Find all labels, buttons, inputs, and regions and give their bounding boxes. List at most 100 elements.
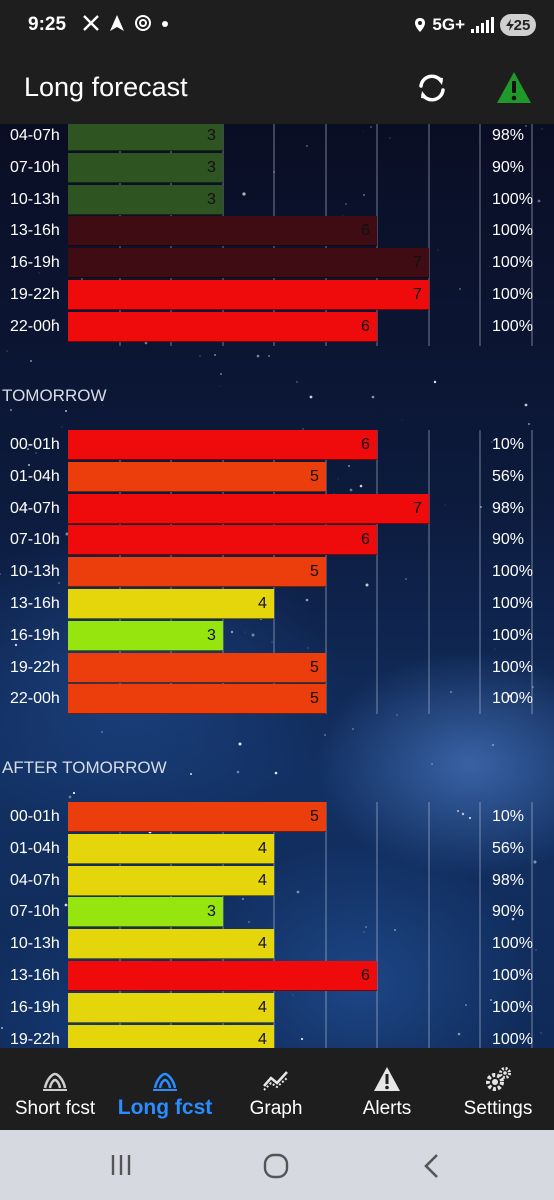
nav-long-forecast[interactable]: Long fcst (110, 1048, 220, 1130)
x-icon (83, 15, 99, 31)
forecast-row: 04-07h 4 98% (0, 866, 554, 896)
cloud-percent: 100% (492, 563, 533, 580)
kp-bar: 4 (68, 866, 274, 896)
row-time: 01-04h (10, 468, 60, 485)
kp-bar: 6 (68, 216, 377, 246)
cloud-percent: 10% (492, 808, 525, 825)
forecast-row: 01-04h 5 56% (0, 462, 554, 492)
row-time: 00-01h (10, 808, 60, 825)
kp-bar: 5 (68, 557, 326, 587)
kp-value: 6 (361, 436, 370, 453)
forecast-row: 16-19h 7 100% (0, 248, 554, 278)
row-time: 01-04h (10, 840, 60, 857)
cloud-percent: 100% (492, 318, 533, 335)
row-time: 13-16h (10, 595, 60, 612)
kp-bar: 6 (68, 430, 377, 460)
kp-bar: 3 (68, 153, 223, 183)
forecast-row: 13-16h 6 100% (0, 961, 554, 991)
kp-value: 6 (361, 222, 370, 239)
forecast-row: 00-01h 6 10% (0, 430, 554, 460)
row-time: 13-16h (10, 222, 60, 239)
cloud-percent: 90% (492, 531, 525, 548)
kp-value: 4 (258, 840, 267, 857)
forecast-row: 16-19h 3 100% (0, 621, 554, 651)
recents-icon[interactable] (108, 1152, 134, 1178)
cloud-percent: 100% (492, 1031, 533, 1048)
cloud-percent: 100% (492, 286, 533, 303)
section-label: AFTER TOMORROW (2, 758, 167, 777)
kp-bar: 7 (68, 248, 429, 278)
row-time: 16-19h (10, 627, 60, 644)
cloud-percent: 98% (492, 127, 525, 144)
cloud-percent: 90% (492, 903, 525, 920)
cloud-percent: 100% (492, 999, 533, 1016)
kp-value: 3 (207, 903, 216, 920)
cloud-percent: 100% (492, 690, 533, 707)
kp-value: 4 (258, 1031, 267, 1048)
kp-value: 5 (310, 808, 319, 825)
forecast-row: 19-22h 7 100% (0, 280, 554, 310)
nav-label: Settings (463, 1098, 533, 1119)
back-icon[interactable] (420, 1152, 444, 1180)
cloud-percent: 98% (492, 500, 525, 517)
kp-value: 6 (361, 318, 370, 335)
forecast-row: 10-13h 5 100% (0, 557, 554, 587)
kp-bar: 4 (68, 834, 274, 864)
kp-value: 6 (361, 967, 370, 984)
cloud-percent: 100% (492, 254, 533, 271)
kp-bar: 5 (68, 462, 326, 492)
battery-icon: 25 (500, 14, 536, 36)
cloud-percent: 56% (492, 468, 525, 485)
forecast-row: 13-16h 6 100% (0, 216, 554, 246)
kp-value: 7 (413, 286, 422, 303)
aurora-icon (153, 1072, 177, 1091)
nav-label: Long fcst (117, 1096, 213, 1119)
kp-value: 5 (310, 690, 319, 707)
row-time: 16-19h (10, 254, 60, 271)
forecast-row: 10-13h 4 100% (0, 929, 554, 959)
forecast-row: 16-19h 4 100% (0, 993, 554, 1023)
row-time: 07-10h (10, 531, 60, 548)
row-time: 13-16h (10, 967, 60, 984)
forecast-row: 22-00h 6 100% (0, 312, 554, 342)
nav-graph[interactable]: Graph (221, 1048, 331, 1130)
cloud-percent: 100% (492, 191, 533, 208)
kp-value: 7 (413, 500, 422, 517)
kp-bar: 7 (68, 280, 429, 310)
row-time: 22-00h (10, 318, 60, 335)
gears-icon (486, 1067, 511, 1091)
kp-value: 4 (258, 872, 267, 889)
forecast-list[interactable]: 04-07h 3 98% 07-10h 3 90% 10-13h 3 100% 13-16h 6 10… (0, 124, 554, 1048)
alert-button[interactable] (494, 68, 534, 108)
home-icon[interactable] (262, 1152, 290, 1180)
nav-short-forecast[interactable]: Short fcst (0, 1048, 110, 1130)
nav-label: Short fcst (14, 1098, 96, 1119)
nav-settings[interactable]: Settings (443, 1048, 553, 1130)
row-time: 04-07h (10, 872, 60, 889)
kp-value: 4 (258, 595, 267, 612)
kp-bar: 3 (68, 185, 223, 215)
threads-icon (135, 15, 151, 31)
kp-value: 3 (207, 627, 216, 644)
location-icon (415, 18, 426, 32)
refresh-button[interactable] (412, 68, 452, 108)
row-time: 19-22h (10, 286, 60, 303)
nav-label: Graph (249, 1098, 303, 1119)
battery-level: 25 (513, 16, 531, 34)
status-time: 9:25 (28, 14, 67, 35)
kp-value: 4 (258, 999, 267, 1016)
forecast-row: 00-01h 5 10% (0, 802, 554, 832)
nav-alerts[interactable]: Alerts (332, 1048, 442, 1130)
row-time: 07-10h (10, 159, 60, 176)
kp-bar: 5 (68, 653, 326, 683)
kp-bar: 7 (68, 494, 429, 524)
system-navigation-bar (0, 1130, 554, 1200)
cloud-percent: 100% (492, 595, 533, 612)
kp-bar: 4 (68, 589, 274, 619)
forecast-row: 10-13h 3 100% (0, 185, 554, 215)
signal-icon (471, 17, 494, 33)
row-time: 10-13h (10, 191, 60, 208)
kp-bar: 3 (68, 897, 223, 927)
kp-value: 4 (258, 935, 267, 952)
kp-bar: 3 (68, 124, 223, 151)
